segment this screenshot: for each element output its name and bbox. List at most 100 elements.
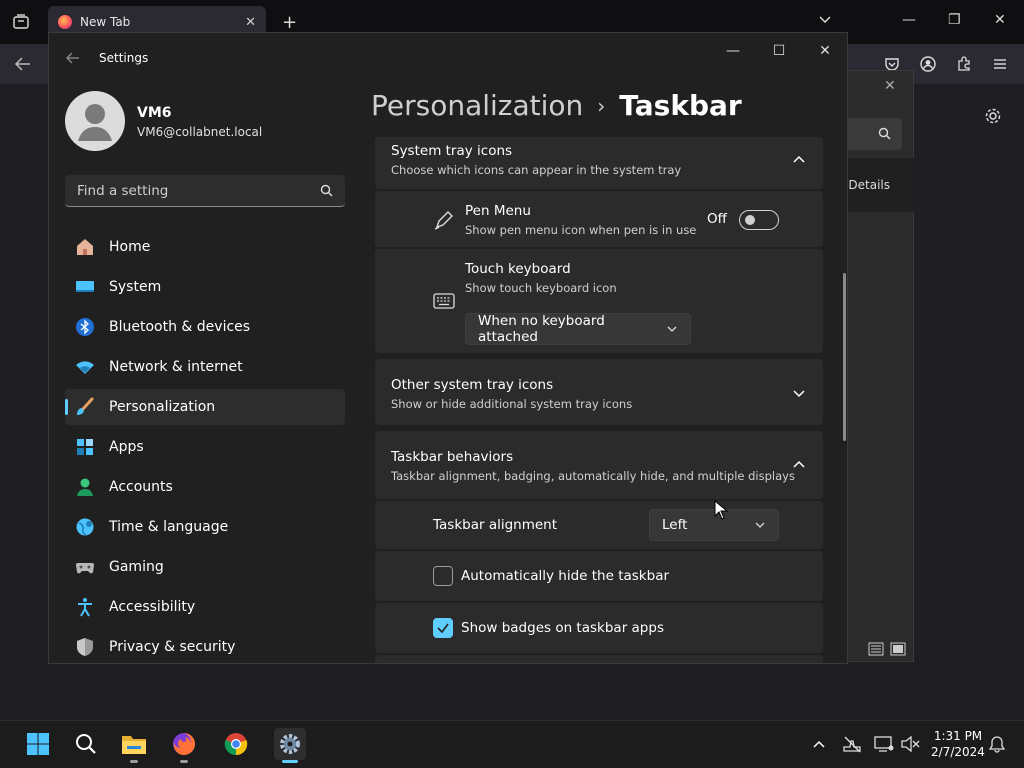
pen-menu-toggle[interactable] [739, 210, 779, 230]
close-tab-icon[interactable]: ✕ [245, 15, 256, 30]
sidebar-item-label: Bluetooth & devices [109, 319, 251, 335]
settings-maximize-icon[interactable]: ☐ [767, 43, 791, 59]
firefox-button[interactable] [168, 728, 200, 760]
chevron-down-icon [754, 519, 766, 531]
chevron-up-icon[interactable] [792, 458, 806, 472]
other-system-tray-icons-header[interactable]: Other system tray icons Show or hide add… [375, 359, 823, 425]
network-disconnected-icon[interactable] [842, 735, 862, 753]
content-scrollbar[interactable] [843, 273, 846, 441]
settings-back-arrow-icon[interactable] [65, 51, 81, 65]
apps-icon [75, 437, 95, 457]
browser-restore-icon[interactable]: ❐ [948, 12, 961, 28]
search-icon [320, 184, 333, 197]
search-icon [878, 127, 891, 140]
active-indicator [282, 760, 298, 763]
sidebar-item-gaming[interactable]: Gaming [65, 549, 345, 585]
auto-hide-checkbox[interactable] [433, 566, 453, 586]
browser-minimize-icon[interactable]: — [902, 12, 916, 28]
windows-logo-icon [27, 733, 49, 755]
pen-menu-state-label: Off [707, 211, 727, 227]
windows-taskbar [0, 720, 1024, 768]
other-tray-subtitle: Show or hide additional system tray icon… [391, 397, 633, 411]
sidebar-item-label: System [109, 279, 162, 295]
sidebar-item-accessibility[interactable]: Accessibility [65, 589, 345, 625]
avatar[interactable] [65, 91, 125, 151]
background-dialog-close-icon[interactable]: ✕ [884, 78, 896, 94]
bluetooth-icon [75, 317, 95, 337]
other-tray-title: Other system tray icons [391, 377, 554, 393]
badges-checkbox[interactable] [433, 618, 453, 638]
auto-hide-label[interactable]: Automatically hide the taskbar [461, 568, 669, 584]
shield-icon [75, 637, 95, 657]
show-hidden-icons-chevron-icon[interactable] [812, 737, 826, 751]
wifi-icon [75, 357, 95, 377]
user-email: VM6@collabnet.local [137, 125, 263, 139]
clock-time[interactable]: 1:31 PM [928, 729, 988, 743]
touch-keyboard-dropdown[interactable]: When no keyboard attached [465, 313, 691, 345]
sidebar-item-label: Time & language [109, 519, 229, 535]
browser-close-icon[interactable]: ✕ [994, 12, 1006, 28]
sidebar-item-personalization[interactable]: Personalization [65, 389, 345, 425]
sidebar-item-label: Home [109, 239, 151, 255]
chevron-up-icon[interactable] [792, 153, 806, 167]
settings-window: Settings — ☐ ✕ VM6 VM6@collabnet.local F… [48, 32, 848, 664]
breadcrumb-parent[interactable]: Personalization [371, 89, 583, 122]
notification-bell-icon[interactable] [988, 735, 1006, 753]
file-explorer-button[interactable] [118, 728, 150, 760]
settings-close-icon[interactable]: ✕ [813, 43, 837, 59]
chevron-down-icon[interactable] [792, 386, 806, 400]
user-name: VM6 [137, 105, 172, 121]
keyboard-icon [433, 293, 455, 309]
system-tray-icons-header[interactable]: System tray icons Choose which icons can… [375, 137, 823, 189]
sidebar-item-home[interactable]: Home [65, 229, 345, 265]
sidebar-item-label: Personalization [109, 399, 216, 415]
sidebar-item-label: Gaming [109, 559, 164, 575]
start-button[interactable] [22, 728, 54, 760]
sidebar-item-system[interactable]: System [65, 269, 345, 305]
list-view-icon[interactable] [868, 642, 884, 656]
taskbar-behaviors-header[interactable]: Taskbar behaviors Taskbar alignment, bad… [375, 431, 823, 499]
touch-keyboard-dropdown-value: When no keyboard attached [478, 313, 605, 345]
display-icon[interactable] [874, 735, 894, 753]
pen-menu-subtitle: Show pen menu icon when pen is in use [465, 223, 697, 237]
chevron-down-icon [666, 323, 678, 335]
back-arrow-icon[interactable] [14, 56, 32, 72]
badges-label[interactable]: Show badges on taskbar apps [461, 620, 664, 636]
system-icon [75, 277, 95, 297]
tab-list-icon[interactable] [12, 13, 30, 31]
tab-overflow-chevron-icon[interactable] [818, 12, 832, 26]
touch-keyboard-title: Touch keyboard [465, 261, 571, 277]
tile-view-icon[interactable] [890, 642, 906, 656]
sidebar-item-apps[interactable]: Apps [65, 429, 345, 465]
mouse-cursor-icon [714, 500, 728, 520]
account-icon[interactable] [920, 56, 936, 72]
globe-icon [75, 517, 95, 537]
page-settings-gear-icon[interactable] [984, 107, 1002, 125]
new-tab-button[interactable]: + [282, 12, 297, 33]
sidebar-item-label: Apps [109, 439, 144, 455]
settings-taskbar-button[interactable] [274, 728, 306, 760]
pen-menu-row: Pen Menu Show pen menu icon when pen is … [375, 191, 823, 247]
sidebar-item-network[interactable]: Network & internet [65, 349, 345, 385]
chrome-button[interactable] [220, 728, 252, 760]
touch-keyboard-row: Touch keyboard Show touch keyboard icon … [375, 249, 823, 353]
menu-icon[interactable] [992, 56, 1008, 72]
checkmark-icon [437, 623, 449, 634]
running-indicator [180, 760, 188, 763]
sidebar-item-label: Accounts [109, 479, 173, 495]
sidebar-item-accounts[interactable]: Accounts [65, 469, 345, 505]
extensions-icon[interactable] [956, 56, 972, 72]
folder-icon [122, 736, 146, 754]
volume-muted-icon[interactable] [900, 735, 920, 753]
sidebar-item-time-language[interactable]: Time & language [65, 509, 345, 545]
find-setting-input[interactable]: Find a setting [65, 175, 345, 207]
clock-date[interactable]: 2/7/2024 [928, 745, 988, 759]
settings-minimize-icon[interactable]: — [721, 43, 745, 59]
firefox-icon [173, 733, 195, 755]
sidebar-item-label: Privacy & security [109, 639, 236, 655]
sidebar-item-bluetooth[interactable]: Bluetooth & devices [65, 309, 345, 345]
accounts-icon [75, 477, 95, 497]
sidebar-item-privacy[interactable]: Privacy & security [65, 629, 345, 663]
taskbar-search-button[interactable] [70, 728, 102, 760]
firefox-favicon-icon [58, 15, 72, 29]
